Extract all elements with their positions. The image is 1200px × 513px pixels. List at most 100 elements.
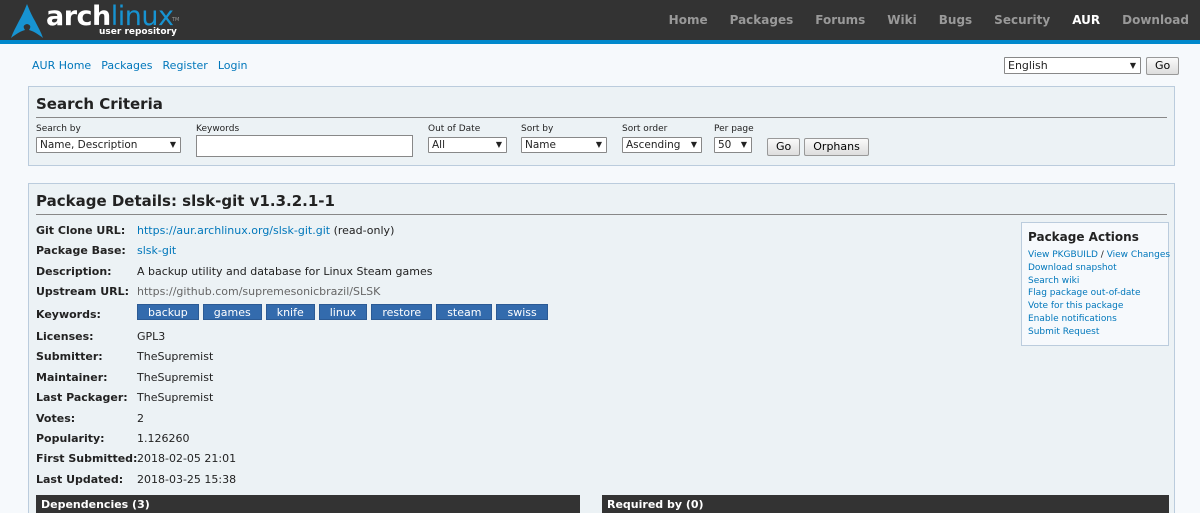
submitter-label: Submitter:: [36, 350, 103, 364]
language-selected-value: English: [1008, 59, 1048, 72]
keyword-tag[interactable]: backup: [137, 303, 199, 320]
maintainer-label: Maintainer:: [36, 370, 108, 384]
keyword-tag[interactable]: games: [202, 303, 262, 320]
last-updated-row: Last Updated: 2018-03-25 15:38: [36, 473, 736, 493]
sort-by-field: Sort by Name ▼: [521, 124, 607, 153]
language-select[interactable]: English ▼: [1004, 57, 1141, 74]
enable-notifications-link[interactable]: Enable notifications: [1028, 314, 1117, 324]
popularity-value: 1.126260: [137, 432, 190, 445]
first-submitted-value: 2018-02-05 21:01: [137, 452, 237, 466]
chevron-down-icon: ▼: [169, 140, 176, 149]
keyword-tag[interactable]: steam: [436, 303, 493, 320]
per-page-field: Per page 50 ▼: [714, 124, 754, 153]
nav-forums[interactable]: Forums: [804, 0, 876, 40]
keywords-row: Keywords: backup games knife linux resto…: [36, 303, 736, 328]
nav-security[interactable]: Security: [983, 0, 1061, 40]
out-of-date-label: Out of Date: [428, 124, 481, 134]
sort-by-select[interactable]: Name ▼: [521, 137, 607, 153]
per-page-value: 50: [718, 139, 732, 151]
git-clone-label: Git Clone URL:: [36, 224, 126, 237]
list-item: Search wiki: [1028, 275, 1162, 288]
keyword-tag[interactable]: swiss: [496, 303, 548, 320]
nav-packages[interactable]: Packages: [719, 0, 805, 40]
list-item: View PKGBUILD / View Changes: [1028, 249, 1170, 262]
chevron-down-icon: ▼: [690, 140, 697, 149]
keywords-input[interactable]: [196, 135, 413, 157]
package-base-label: Package Base:: [36, 244, 126, 258]
subnav-register[interactable]: Register: [163, 59, 208, 72]
licenses-row: Licenses: GPL3: [36, 330, 736, 350]
keyword-tag[interactable]: knife: [265, 303, 315, 320]
flag-out-of-date-link[interactable]: Flag package out-of-date: [1028, 288, 1141, 298]
dependencies-header: Dependencies (3): [36, 495, 580, 513]
keyword-tag[interactable]: restore: [371, 303, 433, 320]
description-value: A backup utility and database for Linux …: [137, 264, 433, 278]
popularity-row: Popularity: 1.126260: [36, 432, 736, 452]
per-page-label: Per page: [714, 124, 754, 134]
out-of-date-select[interactable]: All ▼: [428, 137, 507, 153]
main-nav: Home Packages Forums Wiki Bugs Security …: [658, 0, 1200, 44]
maintainer-row: Maintainer: TheSupremist: [36, 371, 736, 391]
sort-order-select[interactable]: Ascending ▼: [622, 137, 702, 153]
nav-home[interactable]: Home: [658, 0, 719, 40]
logo-subtitle: user repository: [99, 27, 177, 37]
git-clone-row: Git Clone URL: https://aur.archlinux.org…: [36, 224, 736, 244]
votes-value: 2: [137, 411, 144, 425]
package-details-title: Package Details: slsk-git v1.3.2.1-1: [36, 192, 1167, 215]
search-go-button[interactable]: Go: [767, 138, 801, 156]
arch-linux-logo[interactable]: archlinux TM user repository: [10, 1, 185, 39]
sort-by-value: Name: [525, 139, 556, 151]
git-clone-link[interactable]: https://aur.archlinux.org/slsk-git.git: [137, 224, 330, 237]
list-item: Vote for this package: [1028, 300, 1162, 313]
required-by-header: Required by (0): [602, 495, 1169, 513]
search-by-label: Search by: [36, 124, 81, 134]
last-packager-row: Last Packager: TheSupremist: [36, 391, 736, 411]
subnav-packages[interactable]: Packages: [101, 59, 152, 72]
nav-download[interactable]: Download: [1111, 0, 1200, 40]
first-submitted-label: First Submitted:: [36, 452, 138, 466]
language-selector: English ▼ Go: [1004, 57, 1180, 75]
last-packager-label: Last Packager:: [36, 391, 128, 405]
orphans-button[interactable]: Orphans: [804, 138, 869, 156]
sort-order-field: Sort order Ascending ▼: [622, 124, 702, 153]
per-page-select[interactable]: 50 ▼: [714, 137, 752, 153]
arch-logo-icon: [11, 4, 43, 38]
list-item: Submit Request: [1028, 326, 1162, 339]
chevron-down-icon: ▼: [1129, 61, 1136, 70]
keywords-field: Keywords: [196, 124, 413, 157]
submit-request-link[interactable]: Submit Request: [1028, 327, 1099, 337]
search-criteria-panel: Search Criteria Search by Name, Descript…: [28, 86, 1175, 166]
upstream-row: Upstream URL: https://github.com/supreme…: [36, 285, 736, 305]
view-pkgbuild-link[interactable]: View PKGBUILD: [1028, 250, 1098, 260]
subnav-aur-home[interactable]: AUR Home: [32, 59, 91, 72]
package-details-panel: Package Details: slsk-git v1.3.2.1-1 Git…: [28, 183, 1175, 513]
nav-wiki[interactable]: Wiki: [876, 0, 927, 40]
language-go-button[interactable]: Go: [1146, 57, 1180, 75]
view-changes-link[interactable]: View Changes: [1107, 250, 1170, 260]
upstream-link[interactable]: https://github.com/supremesonicbrazil/SL…: [137, 285, 380, 298]
search-wiki-link[interactable]: Search wiki: [1028, 276, 1079, 286]
out-of-date-value: All: [432, 139, 446, 151]
package-actions-title: Package Actions: [1028, 230, 1139, 244]
description-label: Description:: [36, 264, 112, 278]
search-by-select[interactable]: Name, Description ▼: [36, 137, 181, 153]
vote-link[interactable]: Vote for this package: [1028, 301, 1123, 311]
download-snapshot-link[interactable]: Download snapshot: [1028, 263, 1117, 273]
sort-by-label: Sort by: [521, 124, 554, 134]
keywords-label: Keywords: [196, 124, 240, 134]
chevron-down-icon: ▼: [495, 140, 502, 149]
votes-label: Votes:: [36, 411, 76, 425]
package-actions-list: View PKGBUILD / View Changes Download sn…: [1028, 249, 1170, 339]
subnav-login[interactable]: Login: [218, 59, 248, 72]
upstream-label: Upstream URL:: [36, 285, 130, 299]
nav-bugs[interactable]: Bugs: [928, 0, 983, 40]
sort-order-value: Ascending: [626, 139, 681, 151]
last-packager-value: TheSupremist: [137, 391, 214, 405]
nav-aur[interactable]: AUR: [1061, 0, 1111, 40]
aur-subnav: AUR Home Packages Register Login: [32, 59, 248, 72]
list-item: Flag package out-of-date: [1028, 287, 1162, 300]
package-base-link[interactable]: slsk-git: [137, 244, 176, 257]
read-only-note: (read-only): [333, 224, 395, 237]
search-buttons: Go Orphans: [767, 138, 869, 156]
keyword-tag[interactable]: linux: [318, 303, 368, 320]
